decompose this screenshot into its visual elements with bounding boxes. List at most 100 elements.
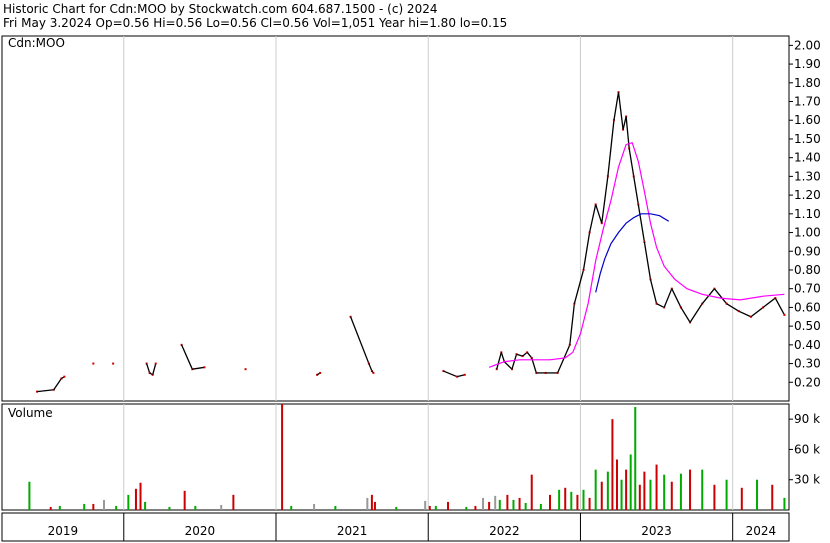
price-segment: [656, 303, 665, 308]
volume-bar: [620, 479, 623, 510]
price-point: [372, 371, 375, 374]
volume-bar: [49, 506, 52, 510]
volume-bar: [434, 505, 437, 510]
price-tick-label: 1.20: [794, 188, 821, 202]
price-point: [63, 375, 66, 378]
price-tick-label: 0.80: [794, 263, 821, 277]
volume-bar: [638, 484, 641, 510]
year-axis: 2019 2020 2021 2022 2023 2024: [48, 513, 776, 541]
volume-bar: [220, 504, 223, 510]
volume-tick-label: 30 k: [794, 473, 820, 487]
price-point: [244, 368, 247, 371]
price-point: [92, 362, 95, 365]
volume-bar: [370, 494, 373, 510]
price-segment: [569, 303, 576, 345]
price-point: [112, 362, 115, 365]
price-tick-label: 1.70: [794, 95, 821, 109]
volume-bar: [649, 479, 652, 510]
volume-bar: [643, 471, 646, 510]
volume-bar: [588, 497, 591, 510]
volume-bar: [594, 469, 597, 510]
volume-bar: [771, 484, 774, 510]
volume-bar: [756, 479, 759, 510]
year-label: 2022: [489, 524, 520, 538]
volume-bar: [334, 505, 337, 510]
volume-bar: [629, 454, 632, 510]
price-point: [463, 373, 466, 376]
price-point: [319, 371, 322, 374]
price-tick-label: 0.60: [794, 300, 821, 314]
volume-bar: [564, 487, 567, 510]
price-tick-label: 1.90: [794, 57, 821, 71]
volume-bar: [549, 494, 552, 510]
volume-bar: [679, 473, 682, 510]
price-segment: [613, 92, 620, 121]
volume-bar: [615, 459, 618, 510]
price-segment: [633, 176, 639, 205]
price-axis: 2.00 1.90 1.80 1.70 1.60 1.50 1.40 1.30 1.20 1.10…: [789, 38, 821, 389]
volume-bar: [465, 506, 468, 510]
price-segment: [511, 354, 518, 370]
price-segment: [680, 307, 691, 323]
price-segment: [649, 279, 658, 304]
price-segment: [500, 352, 505, 362]
price-segment: [496, 352, 502, 370]
volume-bar: [725, 479, 728, 510]
symbol-label: Cdn:MOO: [8, 36, 65, 50]
price-tick-label: 1.80: [794, 76, 821, 90]
volume-bar: [606, 471, 609, 510]
volume-bar: [482, 497, 485, 510]
volume-bar: [313, 503, 316, 510]
volume-bar: [134, 488, 137, 510]
volume-bar: [232, 494, 235, 510]
price-segment: [762, 297, 776, 308]
volume-bar: [524, 502, 527, 510]
price-segment: [152, 363, 157, 375]
volume-bar: [194, 505, 197, 510]
volume-bar: [488, 501, 491, 510]
volume-bar: [512, 499, 515, 510]
volume-bar: [127, 494, 130, 510]
volume-bar: [183, 490, 186, 510]
price-series: [36, 91, 786, 393]
volume-bar: [518, 497, 521, 510]
price-segment: [595, 204, 603, 224]
volume-bar: [58, 505, 61, 510]
volume-bar: [689, 469, 692, 510]
price-tick-label: 0.90: [794, 244, 821, 258]
price-tick-label: 0.40: [794, 338, 821, 352]
price-tick-label: 0.20: [794, 375, 821, 389]
volume-bar: [281, 404, 284, 510]
price-segment: [582, 232, 591, 271]
price-segment: [628, 148, 635, 177]
volume-bar: [144, 501, 147, 510]
volume-bar: [783, 497, 786, 510]
volume-bar: [576, 494, 579, 510]
volume-bar: [290, 505, 293, 510]
volume-bar: [92, 503, 95, 510]
volume-bar: [539, 503, 542, 510]
price-tick-label: 1.10: [794, 207, 821, 221]
volume-bar: [530, 474, 533, 510]
volume-bar: [634, 407, 637, 510]
price-segment: [53, 378, 62, 391]
price-segment: [588, 204, 597, 233]
price-segment: [663, 288, 673, 308]
volume-bar: [663, 474, 666, 510]
price-tick-label: 2.00: [794, 38, 821, 52]
price-tick-label: 1.30: [794, 169, 821, 183]
volume-bar: [611, 419, 614, 510]
price-tick-label: 1.60: [794, 113, 821, 127]
price-segment: [750, 306, 764, 318]
volume-bar: [395, 506, 398, 510]
price-panel-border: [1, 35, 790, 402]
price-segment: [181, 344, 193, 370]
price-segment: [573, 269, 585, 304]
volume-label: Volume: [8, 406, 53, 420]
volume-bar: [115, 505, 118, 510]
volume-bar: [373, 501, 376, 510]
volume-bar: [506, 494, 509, 510]
price-point: [783, 313, 786, 316]
price-segment: [637, 204, 646, 243]
volume-bar: [570, 491, 573, 510]
